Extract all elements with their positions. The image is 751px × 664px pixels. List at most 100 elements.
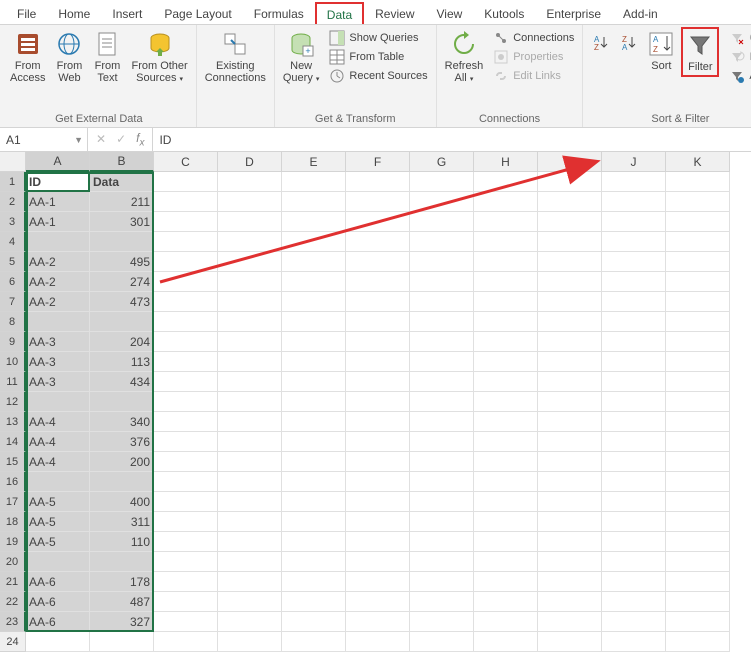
cell-B23[interactable]: 327 (90, 612, 154, 632)
col-header-G[interactable]: G (410, 152, 474, 172)
cell-E13[interactable] (282, 412, 346, 432)
tab-view[interactable]: View (426, 2, 474, 24)
cell-J6[interactable] (602, 272, 666, 292)
cell-H2[interactable] (474, 192, 538, 212)
cell-B16[interactable] (90, 472, 154, 492)
cell-D15[interactable] (218, 452, 282, 472)
row-header-2[interactable]: 2 (0, 192, 26, 212)
cell-D9[interactable] (218, 332, 282, 352)
cell-K24[interactable] (666, 632, 730, 652)
cell-B19[interactable]: 110 (90, 532, 154, 552)
cell-G18[interactable] (410, 512, 474, 532)
cell-H13[interactable] (474, 412, 538, 432)
cell-D11[interactable] (218, 372, 282, 392)
cell-C11[interactable] (154, 372, 218, 392)
cell-E20[interactable] (282, 552, 346, 572)
from-other-sources-button[interactable]: From Other Sources ▾ (127, 27, 191, 87)
cell-C15[interactable] (154, 452, 218, 472)
refresh-all-button[interactable]: Refresh All ▾ (441, 27, 488, 87)
cell-F21[interactable] (346, 572, 410, 592)
cell-E23[interactable] (282, 612, 346, 632)
cell-F18[interactable] (346, 512, 410, 532)
cell-D18[interactable] (218, 512, 282, 532)
cell-J2[interactable] (602, 192, 666, 212)
row-header-11[interactable]: 11 (0, 372, 26, 392)
col-header-J[interactable]: J (602, 152, 666, 172)
cell-F6[interactable] (346, 272, 410, 292)
filter-button[interactable]: Filter (681, 27, 719, 77)
cell-E7[interactable] (282, 292, 346, 312)
cell-G3[interactable] (410, 212, 474, 232)
cell-D13[interactable] (218, 412, 282, 432)
cell-C9[interactable] (154, 332, 218, 352)
tab-file[interactable]: File (6, 2, 47, 24)
cell-K17[interactable] (666, 492, 730, 512)
cell-D14[interactable] (218, 432, 282, 452)
cell-G2[interactable] (410, 192, 474, 212)
cell-K15[interactable] (666, 452, 730, 472)
cell-C16[interactable] (154, 472, 218, 492)
col-header-F[interactable]: F (346, 152, 410, 172)
tab-enterprise[interactable]: Enterprise (535, 2, 612, 24)
cell-I24[interactable] (538, 632, 602, 652)
row-header-13[interactable]: 13 (0, 412, 26, 432)
cell-I1[interactable] (538, 172, 602, 192)
cell-H4[interactable] (474, 232, 538, 252)
cell-K5[interactable] (666, 252, 730, 272)
cell-C2[interactable] (154, 192, 218, 212)
edit-links-button[interactable]: Edit Links (489, 67, 578, 85)
cell-F13[interactable] (346, 412, 410, 432)
cell-J7[interactable] (602, 292, 666, 312)
cell-B3[interactable]: 301 (90, 212, 154, 232)
cell-C18[interactable] (154, 512, 218, 532)
cell-E11[interactable] (282, 372, 346, 392)
cell-F10[interactable] (346, 352, 410, 372)
cell-I12[interactable] (538, 392, 602, 412)
cell-J19[interactable] (602, 532, 666, 552)
cell-F14[interactable] (346, 432, 410, 452)
cell-I16[interactable] (538, 472, 602, 492)
cell-G5[interactable] (410, 252, 474, 272)
cell-F16[interactable] (346, 472, 410, 492)
cell-C13[interactable] (154, 412, 218, 432)
cell-F19[interactable] (346, 532, 410, 552)
cell-F15[interactable] (346, 452, 410, 472)
properties-button[interactable]: Properties (489, 48, 578, 66)
cell-I15[interactable] (538, 452, 602, 472)
cell-I14[interactable] (538, 432, 602, 452)
cell-H17[interactable] (474, 492, 538, 512)
cell-H21[interactable] (474, 572, 538, 592)
cell-G12[interactable] (410, 392, 474, 412)
clear-filter-button[interactable]: Cle (725, 29, 751, 47)
cell-F20[interactable] (346, 552, 410, 572)
cell-E2[interactable] (282, 192, 346, 212)
cell-J24[interactable] (602, 632, 666, 652)
cell-G4[interactable] (410, 232, 474, 252)
cell-B4[interactable] (90, 232, 154, 252)
sort-button[interactable]: AZ Sort (643, 27, 679, 75)
cell-F3[interactable] (346, 212, 410, 232)
cell-C6[interactable] (154, 272, 218, 292)
cell-K23[interactable] (666, 612, 730, 632)
col-header-A[interactable]: A (26, 152, 90, 172)
cell-H14[interactable] (474, 432, 538, 452)
cell-H7[interactable] (474, 292, 538, 312)
cell-H9[interactable] (474, 332, 538, 352)
row-header-23[interactable]: 23 (0, 612, 26, 632)
cell-K2[interactable] (666, 192, 730, 212)
cell-A22[interactable]: AA-6 (26, 592, 90, 612)
row-header-15[interactable]: 15 (0, 452, 26, 472)
cell-C22[interactable] (154, 592, 218, 612)
cell-J21[interactable] (602, 572, 666, 592)
cell-F5[interactable] (346, 252, 410, 272)
from-table-button[interactable]: From Table (325, 48, 431, 66)
cell-D1[interactable] (218, 172, 282, 192)
cell-H5[interactable] (474, 252, 538, 272)
tab-home[interactable]: Home (47, 2, 101, 24)
cell-K4[interactable] (666, 232, 730, 252)
cell-J18[interactable] (602, 512, 666, 532)
cell-K14[interactable] (666, 432, 730, 452)
cell-G8[interactable] (410, 312, 474, 332)
tab-formulas[interactable]: Formulas (243, 2, 315, 24)
cell-K11[interactable] (666, 372, 730, 392)
